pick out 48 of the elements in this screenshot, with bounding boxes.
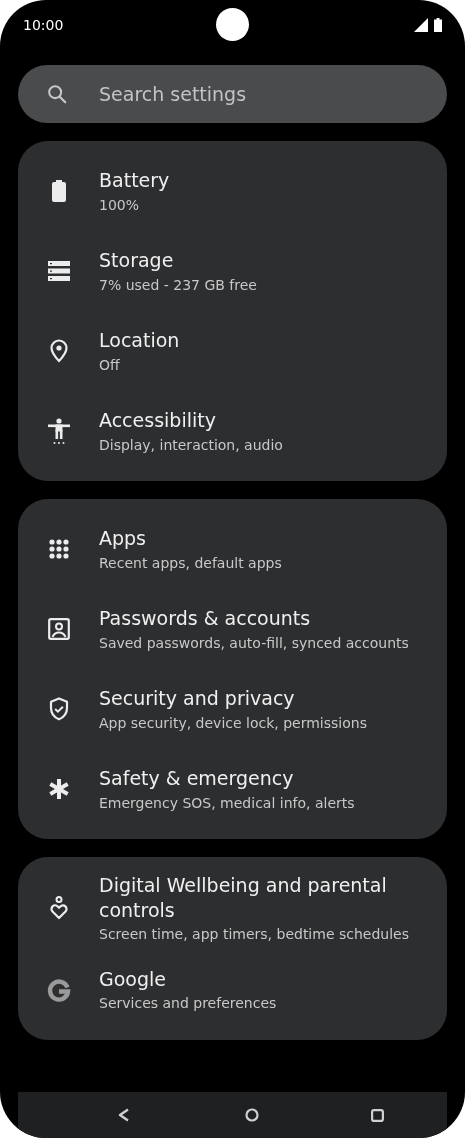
settings-item[interactable]: Google Services and preferences (18, 949, 447, 1030)
recents-icon[interactable] (371, 1108, 384, 1122)
item-subtitle: Saved passwords, auto-fill, synced accounts (99, 633, 409, 652)
item-title: Digital Wellbeing and parental controls (99, 873, 388, 923)
search-field[interactable]: Search settings (18, 65, 447, 123)
item-subtitle: Services and preferences (99, 994, 277, 1013)
settings-item[interactable]: Apps Recent apps, default apps (18, 509, 447, 589)
wellbeing-heart-icon (49, 896, 68, 921)
home-icon[interactable] (245, 1108, 259, 1122)
camera-hole (216, 8, 249, 41)
account-box-icon (47, 618, 70, 640)
accessibility-icon (47, 418, 70, 444)
item-title: Security and privacy (99, 686, 296, 711)
apps-grid-icon (48, 539, 69, 559)
battery-icon (51, 180, 66, 202)
settings-item[interactable]: Passwords & accounts Saved passwords, auto-fill, synced accounts (18, 589, 447, 669)
item-subtitle: Display, interaction, audio (99, 435, 283, 454)
asterisk-icon (48, 779, 69, 799)
signal-icon (414, 18, 428, 32)
settings-item[interactable]: Digital Wellbeing and parental controls Screen time, app timers, bedtime schedules (18, 867, 447, 950)
settings-item[interactable]: Security and privacy App security, device lock, permissions (18, 669, 447, 749)
item-subtitle: Recent apps, default apps (99, 553, 282, 572)
item-title: Storage (99, 248, 175, 273)
back-icon[interactable] (118, 1108, 130, 1122)
item-title: Passwords & accounts (99, 606, 312, 631)
item-subtitle: Off (99, 355, 121, 374)
settings-item[interactable]: Storage 7% used - 237 GB free (18, 231, 447, 311)
settings-item[interactable]: Battery 100% (18, 151, 447, 231)
item-subtitle: App security, device lock, permissions (99, 713, 367, 732)
battery-status-icon (434, 18, 442, 32)
settings-item[interactable]: Location Off (18, 311, 447, 391)
item-title: Safety & emergency (99, 766, 295, 791)
status-time: 10:00 (23, 17, 64, 33)
item-subtitle: 100% (99, 195, 141, 214)
location-pin-icon (49, 339, 68, 363)
storage-icon (47, 261, 70, 281)
item-title: Google (99, 966, 167, 992)
item-subtitle: 7% used - 237 GB free (99, 275, 257, 294)
item-title: Apps (99, 526, 148, 551)
settings-item[interactable]: Accessibility Display, interaction, audio (18, 391, 447, 471)
item-subtitle: Emergency SOS, medical info, alerts (99, 793, 355, 812)
item-subtitle: Screen time, app timers, bedtime schedules (99, 925, 410, 944)
shield-check-icon (48, 697, 69, 721)
item-title: Accessibility (99, 408, 217, 433)
google-logo-icon (46, 977, 71, 1002)
settings-item[interactable]: Safety & emergency Emergency SOS, medical info, alerts (18, 749, 447, 829)
item-title: Battery (99, 168, 170, 193)
item-title: Location (99, 328, 180, 353)
